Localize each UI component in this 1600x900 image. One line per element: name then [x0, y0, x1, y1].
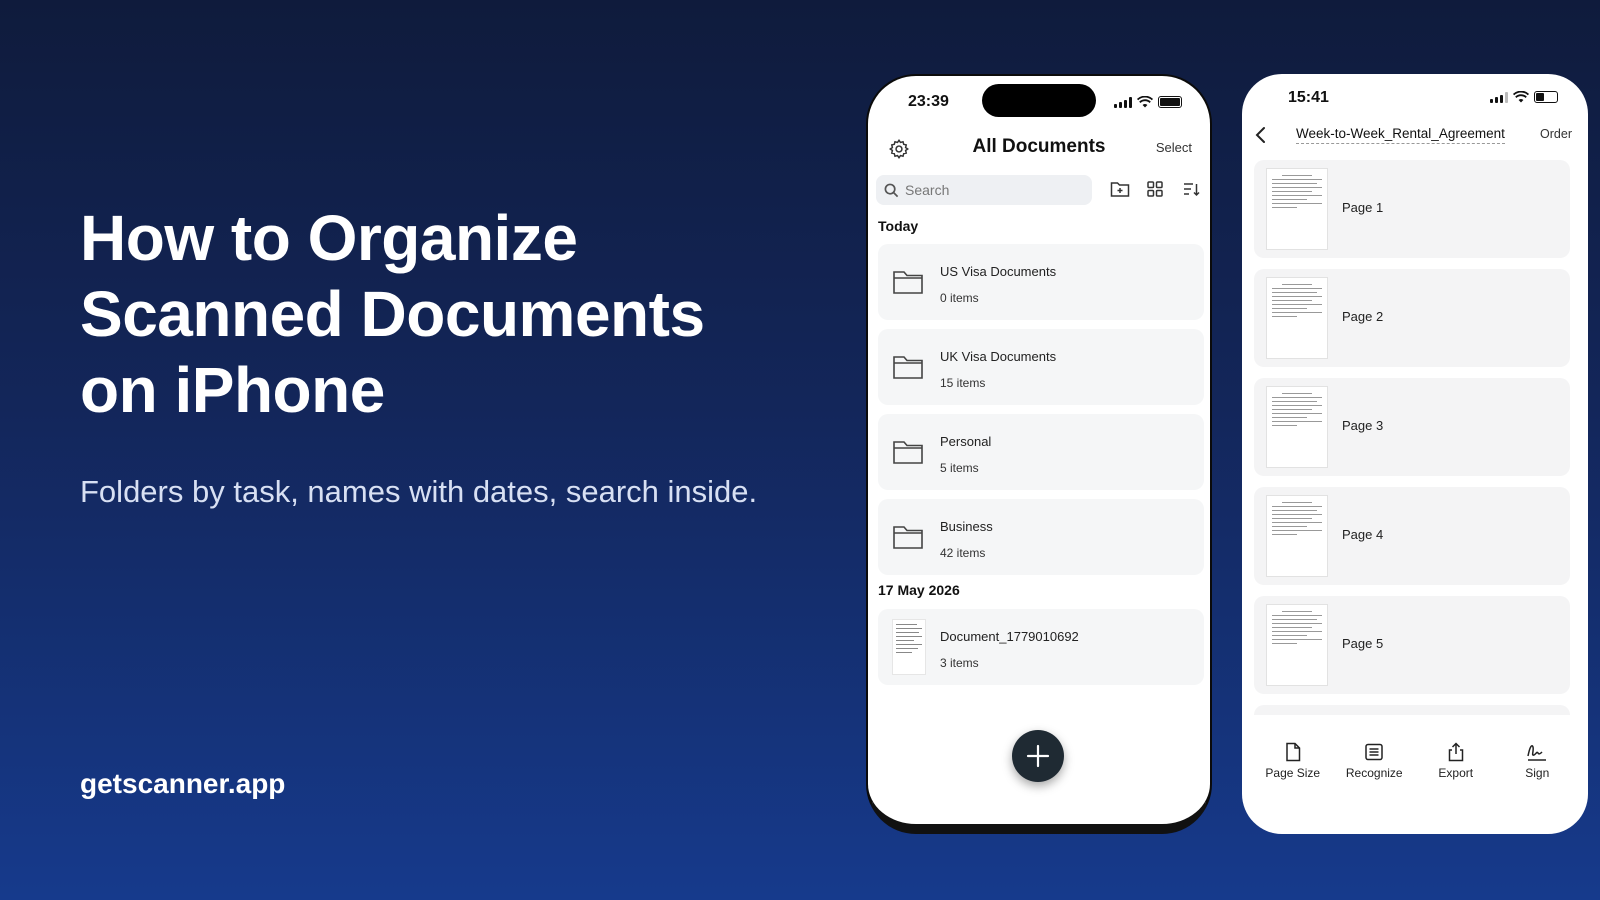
- wifi-icon: [1513, 91, 1529, 103]
- hero-title-line: Scanned Documents: [80, 278, 705, 350]
- signal-icon: [1114, 96, 1132, 108]
- tool-label: Sign: [1525, 766, 1550, 780]
- select-button[interactable]: Select: [1156, 140, 1192, 155]
- grid-view-icon[interactable]: [1146, 180, 1164, 198]
- status-time: 23:39: [908, 93, 949, 110]
- status-icons: [1114, 96, 1182, 108]
- folder-name: US Visa Documents: [940, 264, 1057, 279]
- status-time: 15:41: [1288, 89, 1329, 106]
- folder-row[interactable]: US Visa Documents 0 items: [878, 244, 1204, 320]
- wifi-icon: [1137, 96, 1153, 108]
- plus-icon: [1026, 744, 1050, 768]
- signal-icon: [1490, 91, 1508, 103]
- add-button[interactable]: [1012, 730, 1064, 782]
- page-size-icon: [1286, 742, 1300, 762]
- search-input[interactable]: Search: [876, 175, 1092, 205]
- folder-name: UK Visa Documents: [940, 349, 1057, 364]
- folder-name: Business: [940, 519, 993, 534]
- hero-title-line: on iPhone: [80, 354, 385, 426]
- order-button[interactable]: Order: [1540, 127, 1572, 141]
- page-thumbnail: [1266, 277, 1328, 359]
- tool-label: Export: [1438, 766, 1474, 780]
- recognize-icon: [1365, 743, 1383, 761]
- folder-icon: [893, 441, 923, 464]
- page-label: Page 5: [1342, 636, 1384, 651]
- battery-icon: [1534, 91, 1558, 103]
- page-row[interactable]: Page 2: [1254, 269, 1570, 367]
- export-icon: [1448, 742, 1463, 762]
- page-label: Page 2: [1342, 309, 1384, 324]
- tool-label: Page Size: [1265, 766, 1321, 780]
- document-row[interactable]: Document_1779010692 3 items: [878, 609, 1204, 685]
- site-url[interactable]: getscanner.app: [80, 768, 285, 800]
- battery-icon: [1158, 96, 1182, 108]
- back-chevron-icon[interactable]: [1254, 126, 1268, 144]
- page-thumbnail: [1266, 604, 1328, 686]
- tool-label: Recognize: [1345, 766, 1403, 780]
- folder-icon: [893, 271, 923, 294]
- page-row[interactable]: Page 4: [1254, 487, 1570, 585]
- page-thumbnail: [1266, 168, 1328, 250]
- hero-subtitle: Folders by task, names with dates, searc…: [80, 474, 758, 509]
- page-row[interactable]: Page 3: [1254, 378, 1570, 476]
- page-size-button[interactable]: Page Size: [1255, 742, 1331, 780]
- search-icon: [884, 183, 899, 197]
- folder-count: 15 items: [940, 376, 986, 390]
- sign-button[interactable]: Sign: [1499, 742, 1575, 780]
- sort-icon[interactable]: [1182, 180, 1200, 198]
- dynamic-island: [982, 84, 1096, 117]
- section-date: 17 May 2026: [878, 582, 960, 598]
- new-folder-icon[interactable]: [1110, 180, 1130, 198]
- recognize-button[interactable]: Recognize: [1336, 742, 1412, 780]
- document-thumbnail: [892, 619, 926, 675]
- folder-icon: [893, 356, 923, 379]
- hero-title: How to Organize Scanned Documents on iPh…: [80, 200, 800, 428]
- document-title[interactable]: Week-to-Week_Rental_Agreement: [1296, 126, 1505, 144]
- page-label: Page 1: [1342, 200, 1384, 215]
- section-today: Today: [878, 218, 919, 234]
- page-row-partial: [1254, 705, 1570, 715]
- page-label: Page 3: [1342, 418, 1384, 433]
- page-thumbnail: [1266, 386, 1328, 468]
- folder-row[interactable]: Personal 5 items: [878, 414, 1204, 490]
- search-placeholder: Search: [905, 182, 950, 198]
- document-count: 3 items: [940, 656, 979, 670]
- folder-count: 42 items: [940, 546, 986, 560]
- page-row[interactable]: Page 1: [1254, 160, 1570, 258]
- page-thumbnail: [1266, 495, 1328, 577]
- page-label: Page 4: [1342, 527, 1384, 542]
- folder-icon: [893, 526, 923, 549]
- status-bar: 15:41: [1242, 74, 1588, 124]
- status-bar: 23:39: [868, 76, 1210, 126]
- export-button[interactable]: Export: [1418, 742, 1494, 780]
- sign-icon: [1527, 744, 1547, 761]
- folder-row[interactable]: UK Visa Documents 15 items: [878, 329, 1204, 405]
- folder-row[interactable]: Business 42 items: [878, 499, 1204, 575]
- bottom-toolbar: Page Size Recognize Export Sign: [1242, 742, 1588, 780]
- document-name: Document_1779010692: [940, 629, 1079, 644]
- phone-all-documents: 23:39 All Documents Select Search Today …: [866, 74, 1212, 834]
- page-row[interactable]: Page 5: [1254, 596, 1570, 694]
- folder-count: 0 items: [940, 291, 979, 305]
- hero: How to Organize Scanned Documents on iPh…: [80, 200, 800, 510]
- folder-count: 5 items: [940, 461, 979, 475]
- status-icons: [1490, 91, 1558, 103]
- folder-name: Personal: [940, 434, 992, 449]
- hero-title-line: How to Organize: [80, 202, 578, 274]
- phone-document-pages: 15:41 Week-to-Week_Rental_Agreement Orde…: [1242, 74, 1588, 834]
